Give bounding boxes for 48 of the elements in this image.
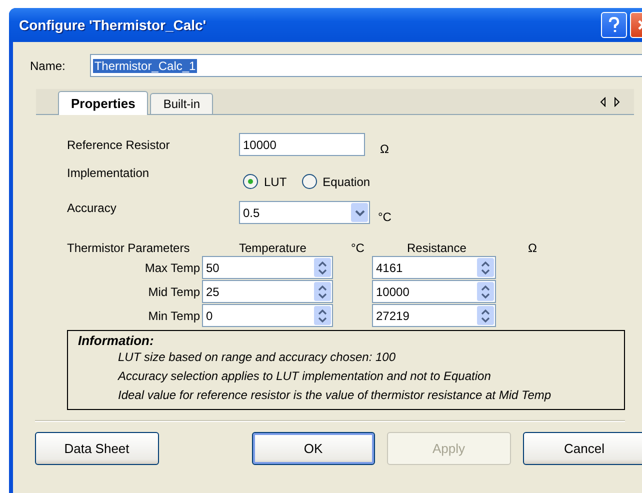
- unit-label: °C: [351, 241, 366, 255]
- radio-icon[interactable]: [302, 174, 317, 189]
- unit-label: Ω: [528, 241, 537, 255]
- dialog-button[interactable]: Data Sheet: [35, 432, 158, 465]
- row-label: Max Temp: [144, 260, 200, 274]
- information-text: Accuracy selection applies to LUT implementation and not to Equation: [116, 368, 492, 385]
- information-title: Information:: [78, 333, 155, 348]
- reference-resistor-field[interactable]: 10000: [239, 133, 365, 156]
- radio-label: Equation: [322, 174, 370, 188]
- temperature-field[interactable]: 0: [202, 304, 333, 327]
- tab[interactable]: Built-in: [150, 93, 213, 114]
- field-label: Implementation: [67, 166, 150, 180]
- dialog-button[interactable]: Cancel: [522, 432, 642, 465]
- accuracy-dropdown[interactable]: 0.5: [239, 201, 370, 224]
- spin-arrows-icon[interactable]: [314, 282, 331, 301]
- column-heading: Resistance: [407, 241, 468, 255]
- spin-arrows-icon[interactable]: [477, 282, 494, 301]
- column-heading: Temperature: [239, 241, 308, 255]
- radio-icon[interactable]: [243, 174, 258, 189]
- temperature-field[interactable]: 50: [202, 256, 333, 279]
- field-label: Reference Resistor: [67, 138, 171, 152]
- radio-option[interactable]: LUT: [243, 174, 287, 189]
- window-title: Configure 'Thermistor_Calc': [19, 17, 208, 33]
- temperature-field[interactable]: 25: [202, 280, 333, 303]
- radio-label: LUT: [264, 174, 287, 188]
- spin-arrows-icon[interactable]: [477, 306, 494, 325]
- name-field[interactable]: Thermistor_Calc_1: [90, 54, 642, 77]
- section-label: Thermistor Parameters: [67, 241, 191, 255]
- unit-label: °C: [378, 210, 392, 224]
- scroll-left-icon[interactable]: [600, 96, 606, 106]
- spin-arrows-icon[interactable]: [314, 306, 331, 325]
- unit-label: Ω: [380, 142, 389, 156]
- resistance-field[interactable]: 4161: [372, 256, 496, 279]
- help-icon[interactable]: [601, 12, 627, 38]
- field-label: Accuracy: [67, 201, 118, 215]
- scroll-right-icon[interactable]: [614, 96, 620, 106]
- tab[interactable]: Properties: [58, 91, 148, 115]
- row-label: Mid Temp: [147, 284, 200, 298]
- spin-arrows-icon[interactable]: [477, 258, 494, 277]
- resistance-field[interactable]: 27219: [372, 304, 496, 327]
- name-label: Name:: [30, 58, 66, 72]
- row-label: Min Temp: [147, 308, 200, 322]
- dialog-button[interactable]: OK: [252, 432, 375, 465]
- information-text: Ideal value for reference resistor is the value of thermistor resistance at Mid Temp: [117, 387, 552, 404]
- resistance-field[interactable]: 10000: [372, 280, 496, 303]
- information-text: LUT size based on range and accuracy chosen: 100: [117, 349, 397, 366]
- radio-option[interactable]: Equation: [302, 174, 370, 189]
- spin-arrows-icon[interactable]: [314, 258, 331, 277]
